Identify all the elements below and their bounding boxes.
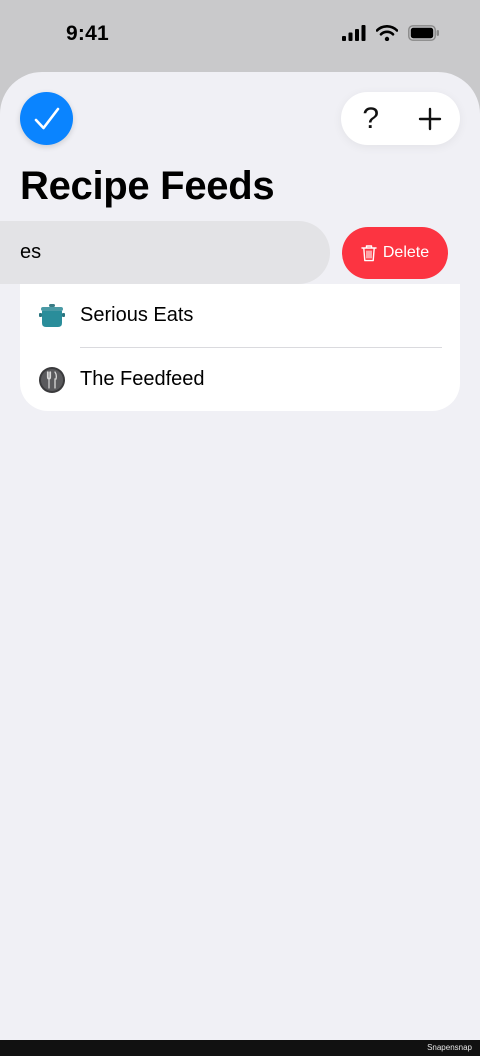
feed-name: The Feedfeed: [80, 368, 205, 390]
delete-label: Delete: [382, 244, 430, 261]
battery-icon: [408, 25, 439, 41]
toolbar-actions: ?: [341, 92, 460, 145]
utensils-icon: [38, 366, 66, 394]
wifi-icon: [376, 25, 398, 41]
watermark: Snapensnap: [427, 1043, 472, 1052]
page-title: Recipe Feeds: [20, 164, 275, 208]
feed-list: Serious Eats The Feedfeed: [20, 284, 460, 411]
question-mark-icon: ?: [362, 101, 380, 135]
status-icons: [342, 25, 440, 41]
feed-item-the-feedfeed[interactable]: The Feedfeed: [20, 348, 460, 411]
add-feed-button[interactable]: [401, 92, 461, 145]
feed-name: Serious Eats: [80, 304, 194, 326]
feed-item-serious-eats[interactable]: Serious Eats: [20, 284, 460, 347]
recipe-feeds-sheet: ? Recipe Feeds es Delete Serious Eats Th…: [0, 72, 480, 1040]
cooking-pot-icon: [38, 302, 66, 330]
cellular-signal-icon: [342, 25, 366, 41]
status-time: 9:41: [66, 22, 109, 45]
bottom-bar: Snapensnap: [0, 1040, 480, 1056]
trash-icon: [361, 245, 377, 262]
plus-icon: [419, 107, 442, 130]
checkmark-icon: [34, 107, 59, 129]
swiped-feed-label: es: [20, 241, 42, 263]
swiped-feed-row[interactable]: es: [0, 221, 330, 284]
delete-button[interactable]: Delete: [342, 227, 448, 279]
done-button[interactable]: [20, 92, 73, 145]
help-button[interactable]: ?: [341, 92, 401, 145]
status-bar: 9:41: [0, 0, 480, 72]
